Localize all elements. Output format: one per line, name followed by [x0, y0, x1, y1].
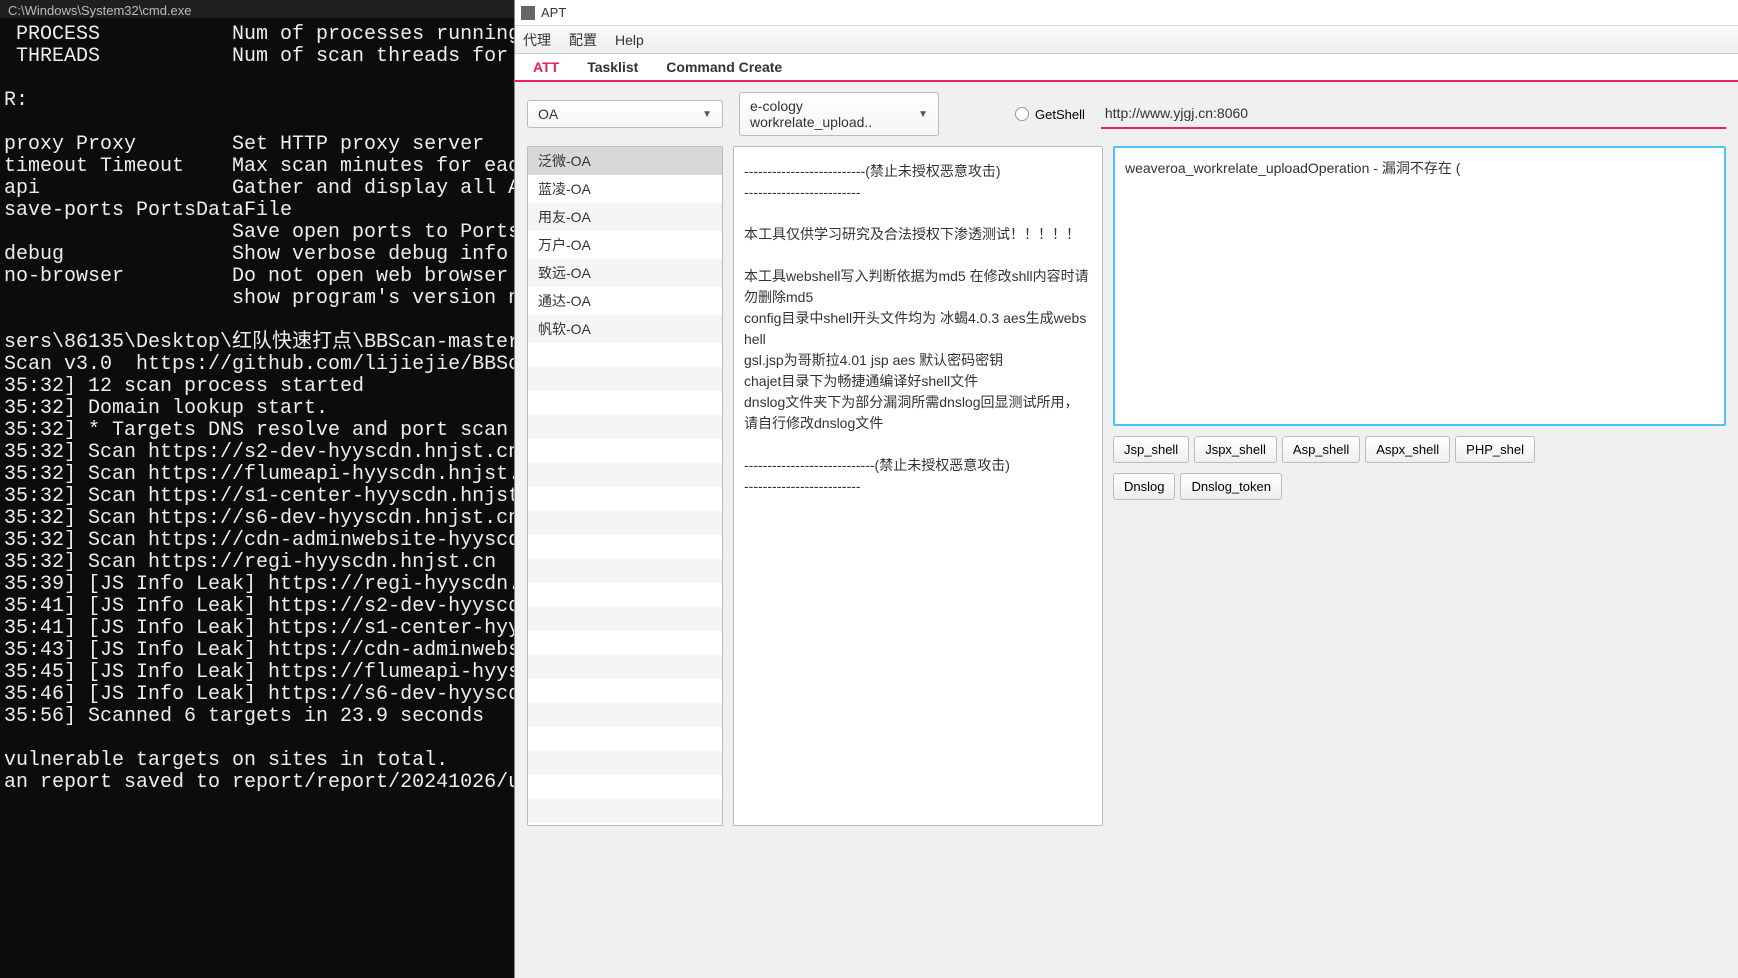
- list-item[interactable]: [528, 511, 722, 535]
- list-item[interactable]: [528, 535, 722, 559]
- list-item[interactable]: 泛微-OA: [528, 147, 722, 175]
- apt-title: APT: [541, 5, 566, 20]
- menu-bar: 代理 配置 Help: [515, 26, 1738, 54]
- right-panel: weaveroa_workrelate_uploadOperation - 漏洞…: [1113, 146, 1726, 826]
- menu-proxy[interactable]: 代理: [523, 30, 551, 50]
- getshell-option[interactable]: GetShell: [1015, 107, 1085, 122]
- list-item[interactable]: [528, 415, 722, 439]
- main-row: 泛微-OA 蓝凌-OA 用友-OA 万户-OA 致远-OA 通达-OA 帆软-O…: [527, 146, 1726, 826]
- apt-titlebar: APT: [515, 0, 1738, 26]
- list-item[interactable]: [528, 343, 722, 367]
- chevron-down-icon: ▼: [702, 109, 712, 120]
- asp-shell-button[interactable]: Asp_shell: [1282, 436, 1360, 463]
- list-item[interactable]: [528, 799, 722, 823]
- php-shell-button[interactable]: PHP_shel: [1455, 436, 1535, 463]
- terminal-window: C:\Windows\System32\cmd.exe PROCESS Num …: [0, 0, 514, 978]
- list-item[interactable]: [528, 631, 722, 655]
- url-input[interactable]: [1101, 99, 1726, 129]
- list-item[interactable]: [528, 391, 722, 415]
- exploit-dropdown-value: e-cology workrelate_upload..: [750, 98, 910, 130]
- list-item[interactable]: [528, 679, 722, 703]
- aspx-shell-button[interactable]: Aspx_shell: [1365, 436, 1450, 463]
- dnslog-button[interactable]: Dnslog: [1113, 473, 1175, 500]
- oa-listbox[interactable]: 泛微-OA 蓝凌-OA 用友-OA 万户-OA 致远-OA 通达-OA 帆软-O…: [527, 146, 723, 826]
- controls-row: OA ▼ e-cology workrelate_upload.. ▼ GetS…: [527, 92, 1726, 136]
- terminal-title-text: C:\Windows\System32\cmd.exe: [8, 3, 192, 18]
- terminal-output[interactable]: PROCESS Num of processes running co THRE…: [0, 18, 514, 800]
- list-item[interactable]: [528, 751, 722, 775]
- list-item[interactable]: 致远-OA: [528, 259, 722, 287]
- result-output[interactable]: weaveroa_workrelate_uploadOperation - 漏洞…: [1113, 146, 1726, 426]
- list-item[interactable]: [528, 367, 722, 391]
- radio-icon[interactable]: [1015, 107, 1029, 121]
- tab-att[interactable]: ATT: [519, 54, 573, 82]
- menu-help[interactable]: Help: [615, 32, 644, 48]
- list-item[interactable]: [528, 775, 722, 799]
- list-item[interactable]: 通达-OA: [528, 287, 722, 315]
- list-item[interactable]: 万户-OA: [528, 231, 722, 259]
- list-item[interactable]: [528, 463, 722, 487]
- jsp-shell-button[interactable]: Jsp_shell: [1113, 436, 1189, 463]
- list-item[interactable]: [528, 607, 722, 631]
- tab-tasklist[interactable]: Tasklist: [573, 54, 652, 80]
- list-item[interactable]: 用友-OA: [528, 203, 722, 231]
- list-item[interactable]: [528, 727, 722, 751]
- chevron-down-icon: ▼: [918, 109, 928, 120]
- app-icon: [521, 6, 535, 20]
- category-dropdown-value: OA: [538, 106, 558, 122]
- list-item[interactable]: 蓝凌-OA: [528, 175, 722, 203]
- list-item[interactable]: [528, 655, 722, 679]
- apt-window: APT 代理 配置 Help ATT Tasklist Command Crea…: [514, 0, 1738, 978]
- list-item[interactable]: [528, 559, 722, 583]
- getshell-label: GetShell: [1035, 107, 1085, 122]
- jspx-shell-button[interactable]: Jspx_shell: [1194, 436, 1277, 463]
- tab-command-create[interactable]: Command Create: [652, 54, 796, 80]
- dnslog-button-row: Dnslog Dnslog_token: [1113, 473, 1726, 500]
- info-panel: --------------------------(禁止未授权恶意攻击) --…: [733, 146, 1103, 826]
- exploit-dropdown[interactable]: e-cology workrelate_upload.. ▼: [739, 92, 939, 136]
- list-item[interactable]: [528, 487, 722, 511]
- shell-button-row: Jsp_shell Jspx_shell Asp_shell Aspx_shel…: [1113, 436, 1726, 463]
- list-item[interactable]: 帆软-OA: [528, 315, 722, 343]
- menu-config[interactable]: 配置: [569, 30, 597, 50]
- terminal-titlebar: C:\Windows\System32\cmd.exe: [0, 0, 514, 18]
- list-item[interactable]: [528, 583, 722, 607]
- list-item[interactable]: [528, 439, 722, 463]
- apt-content: OA ▼ e-cology workrelate_upload.. ▼ GetS…: [515, 82, 1738, 978]
- dnslog-token-button[interactable]: Dnslog_token: [1180, 473, 1282, 500]
- category-dropdown[interactable]: OA ▼: [527, 100, 723, 128]
- tab-bar: ATT Tasklist Command Create: [515, 54, 1738, 82]
- result-text: weaveroa_workrelate_uploadOperation - 漏洞…: [1125, 160, 1460, 176]
- list-item[interactable]: [528, 703, 722, 727]
